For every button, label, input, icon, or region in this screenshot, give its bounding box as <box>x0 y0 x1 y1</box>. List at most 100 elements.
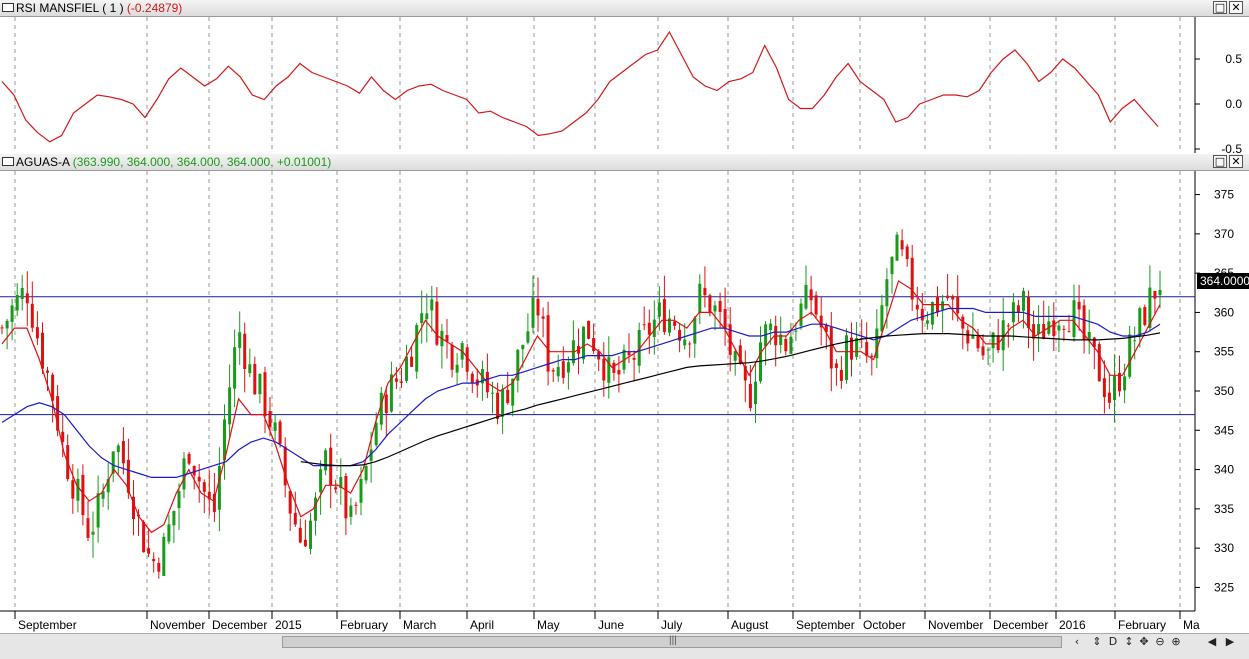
candle-body <box>703 287 707 296</box>
candle-body <box>303 539 307 547</box>
candle-body <box>683 339 687 346</box>
candle-body <box>147 548 151 554</box>
candle-body <box>233 347 237 389</box>
candle-body <box>273 422 277 431</box>
rsi-chart: 0.5 0.0 -0.5 <box>1 17 1242 153</box>
zoom-out-icon[interactable]: ⊖ <box>1153 635 1167 649</box>
candle-body <box>718 301 722 312</box>
candle-body <box>1133 340 1137 342</box>
candle-body <box>415 325 419 372</box>
candle-body <box>1037 324 1041 335</box>
candle-body <box>905 246 909 260</box>
candle-body <box>632 357 636 360</box>
candle-body <box>946 295 950 299</box>
candle-body <box>1138 308 1142 337</box>
candle-body <box>25 293 29 304</box>
candle-body <box>885 279 889 307</box>
close-icon[interactable]: ✕ <box>1229 155 1243 168</box>
close-icon[interactable]: ✕ <box>1229 1 1243 14</box>
candle-body <box>657 302 661 317</box>
candle-body <box>536 298 540 316</box>
candle-body <box>733 351 737 361</box>
candle-body <box>182 458 186 490</box>
calendar-icon[interactable]: ⇕ <box>1090 635 1104 649</box>
candle-body <box>314 497 317 521</box>
moving-average-line-1 <box>1 280 1161 534</box>
candle-body <box>470 373 474 384</box>
candle-body <box>263 372 267 416</box>
candle-body <box>708 295 712 314</box>
horizontal-scrollbar[interactable]: ||| <box>282 635 1062 648</box>
next-icon[interactable]: ▶ <box>1223 635 1237 649</box>
y-tick-label: 0.0 <box>1225 97 1242 111</box>
y-tick-label: -0.5 <box>1221 142 1242 153</box>
candle-body <box>405 356 408 381</box>
candle-body <box>420 313 424 323</box>
day-icon[interactable]: D <box>1106 635 1120 649</box>
candle-body <box>116 445 120 453</box>
candle-body <box>0 327 4 329</box>
candle-body <box>400 381 403 383</box>
y-tick-label: 330 <box>1214 541 1234 555</box>
y-tick-label: 360 <box>1214 305 1234 319</box>
candle-body <box>925 320 929 324</box>
candle-body <box>713 305 717 312</box>
price-panel-title-bar: AGUAS-A (363.990, 364.000, 364.000, 364.… <box>0 154 1249 171</box>
candle-body <box>15 295 19 311</box>
prev-icon[interactable]: ◀ <box>1205 635 1219 649</box>
x-tick-label: June <box>598 618 624 632</box>
candle-body <box>754 381 757 405</box>
candle-body <box>298 527 302 543</box>
move-icon[interactable]: ✥ <box>1137 635 1151 649</box>
candle-body <box>258 374 262 395</box>
maximize-icon[interactable]: □ <box>1213 155 1227 168</box>
candle-body <box>1006 325 1010 327</box>
candle-body <box>1062 328 1066 330</box>
zoom-in-icon[interactable]: ⊕ <box>1169 635 1183 649</box>
x-tick-label: Ma <box>1183 618 1200 632</box>
x-tick-label: September <box>796 618 855 632</box>
candle-body <box>1052 320 1056 336</box>
bottom-toolbar: ||| ‹ ⇕ D ↕ ✥ ⊖ ⊕ ◀ ▶ <box>0 633 1249 659</box>
candle-body <box>1107 392 1111 403</box>
candle-body <box>384 394 388 413</box>
candle-body <box>890 256 894 275</box>
candle-body <box>698 283 702 313</box>
candle-body <box>162 536 166 576</box>
candle-body <box>506 389 510 404</box>
scroll-left-icon[interactable]: ‹ <box>1070 635 1084 649</box>
candle-body <box>627 352 631 355</box>
candle-body <box>197 476 201 482</box>
candle-body <box>566 362 570 373</box>
candle-body <box>870 355 874 358</box>
candle-body <box>329 447 333 486</box>
candle-body <box>966 330 970 344</box>
y-tick-label: 340 <box>1214 463 1234 477</box>
candle-body <box>1153 291 1157 299</box>
x-tick-label: October <box>863 618 906 632</box>
candle-body <box>1016 305 1020 312</box>
candle-body <box>642 324 646 326</box>
candle-body <box>1158 289 1162 295</box>
rsi-panel-title: RSI MANSFIEL ( 1 ) (-0.24879) <box>16 1 182 15</box>
candle-body <box>582 326 585 360</box>
candle-body <box>1128 334 1132 377</box>
arrows-icon[interactable]: ↕ <box>1122 635 1136 649</box>
candle-body <box>455 364 459 373</box>
candle-body <box>228 387 232 425</box>
candle-body <box>192 466 196 476</box>
x-tick-label: September <box>18 618 77 632</box>
y-tick-label: 325 <box>1214 580 1234 594</box>
candle-body <box>5 320 9 329</box>
panel-icon <box>2 157 14 166</box>
candle-body <box>647 322 651 335</box>
candle-body <box>217 465 221 510</box>
candle-body <box>354 504 358 506</box>
y-tick-label: 375 <box>1214 188 1234 202</box>
candle-body <box>1077 301 1081 310</box>
y-tick-label: 0.5 <box>1225 52 1242 66</box>
candle-body <box>769 323 773 331</box>
candle-body <box>1067 331 1071 333</box>
x-tick-label: November <box>928 618 983 632</box>
maximize-icon[interactable]: □ <box>1213 1 1227 14</box>
